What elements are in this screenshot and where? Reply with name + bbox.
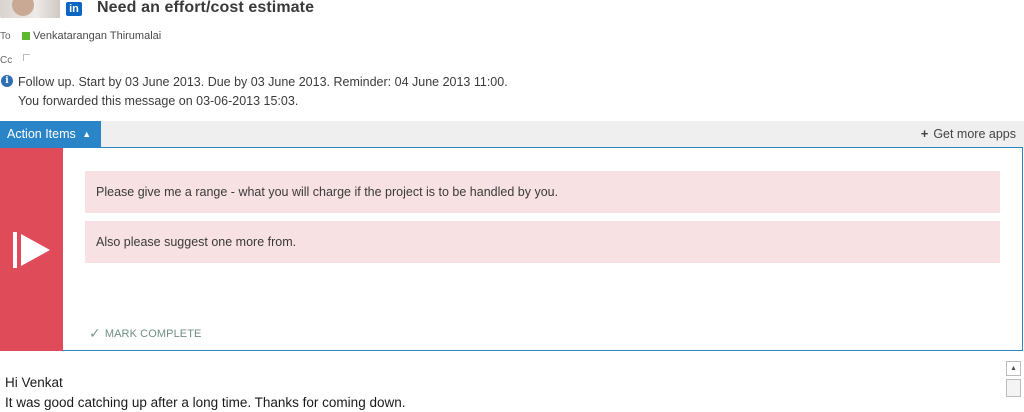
cc-field — [23, 54, 30, 61]
follow-up-info[interactable]: Follow up. Start by 03 June 2013. Due by… — [18, 75, 508, 89]
get-more-apps-button[interactable]: + Get more apps — [921, 121, 1016, 147]
message-subject: Need an effort/cost estimate — [97, 0, 315, 16]
action-items-pane: Please give me a range - what you will c… — [0, 147, 1023, 351]
body-scrollbar[interactable]: ▲ — [1006, 361, 1021, 412]
linkedin-icon[interactable]: in — [66, 2, 82, 16]
scrollbar-thumb[interactable] — [1006, 379, 1021, 397]
tab-action-items[interactable]: Action Items ▲ — [0, 121, 101, 147]
sender-avatar[interactable] — [0, 0, 60, 18]
tab-action-items-label: Action Items — [7, 127, 76, 141]
flag-icon — [13, 232, 50, 268]
plus-icon: + — [920, 126, 929, 141]
info-icon: i — [1, 75, 13, 87]
cc-label: Cc — [0, 55, 13, 66]
action-items-strip — [0, 148, 63, 351]
forwarded-info: You forwarded this message on 03-06-2013… — [18, 94, 299, 108]
chevron-up-icon: ▲ — [82, 129, 92, 139]
scroll-up-icon[interactable]: ▲ — [1006, 361, 1021, 376]
action-item[interactable]: Please give me a range - what you will c… — [85, 171, 1000, 213]
apps-bar: Action Items ▲ + Get more apps — [0, 121, 1024, 147]
check-icon: ✓ — [89, 325, 101, 341]
body-line: It was good catching up after a long tim… — [5, 395, 406, 410]
action-item[interactable]: Also please suggest one more from. — [85, 221, 1000, 263]
mark-complete-button[interactable]: ✓ MARK COMPLETE — [89, 325, 202, 342]
avatar-face — [12, 0, 34, 16]
to-recipient[interactable]: Venkatarangan Thirumalai — [33, 30, 161, 42]
to-label: To — [0, 31, 11, 42]
body-greeting: Hi Venkat — [5, 375, 63, 390]
mark-complete-label: MARK COMPLETE — [104, 328, 202, 340]
get-more-apps-label: Get more apps — [933, 127, 1016, 141]
presence-icon — [22, 32, 30, 40]
